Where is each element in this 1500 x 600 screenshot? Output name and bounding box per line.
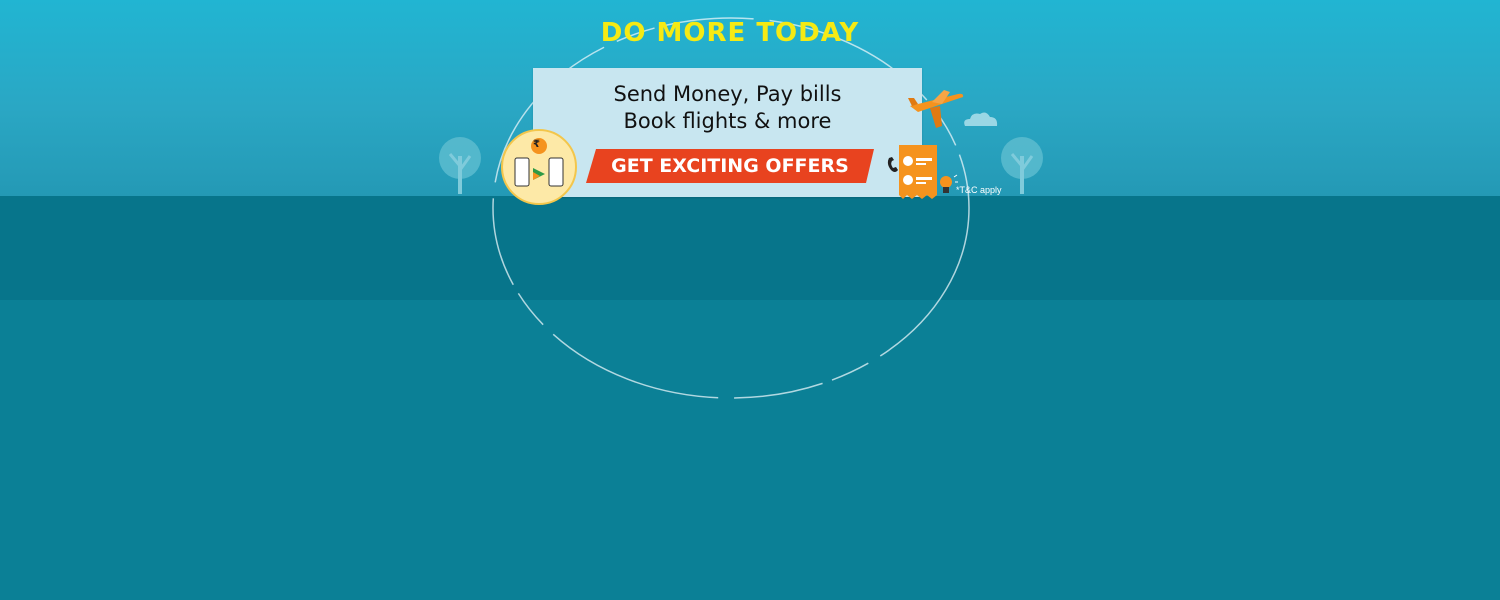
bill-receipt-icon	[899, 145, 937, 199]
subline-send-money: Send Money, Pay bills	[613, 82, 842, 106]
headline: DO MORE TODAY	[600, 18, 860, 48]
cloud-icon	[964, 112, 998, 126]
get-offers-button[interactable]: GET EXCITING OFFERS	[586, 149, 874, 183]
tree-icon	[439, 137, 481, 194]
terms-note: *T&C apply	[956, 185, 1002, 195]
tree-icon	[1001, 137, 1043, 194]
cta-label: GET EXCITING OFFERS	[611, 155, 849, 177]
rupee-symbol: ₹	[533, 139, 540, 150]
airplane-icon	[908, 90, 964, 128]
lightbulb-icon	[940, 174, 958, 193]
subline-book-flights: Book flights & more	[623, 109, 832, 133]
